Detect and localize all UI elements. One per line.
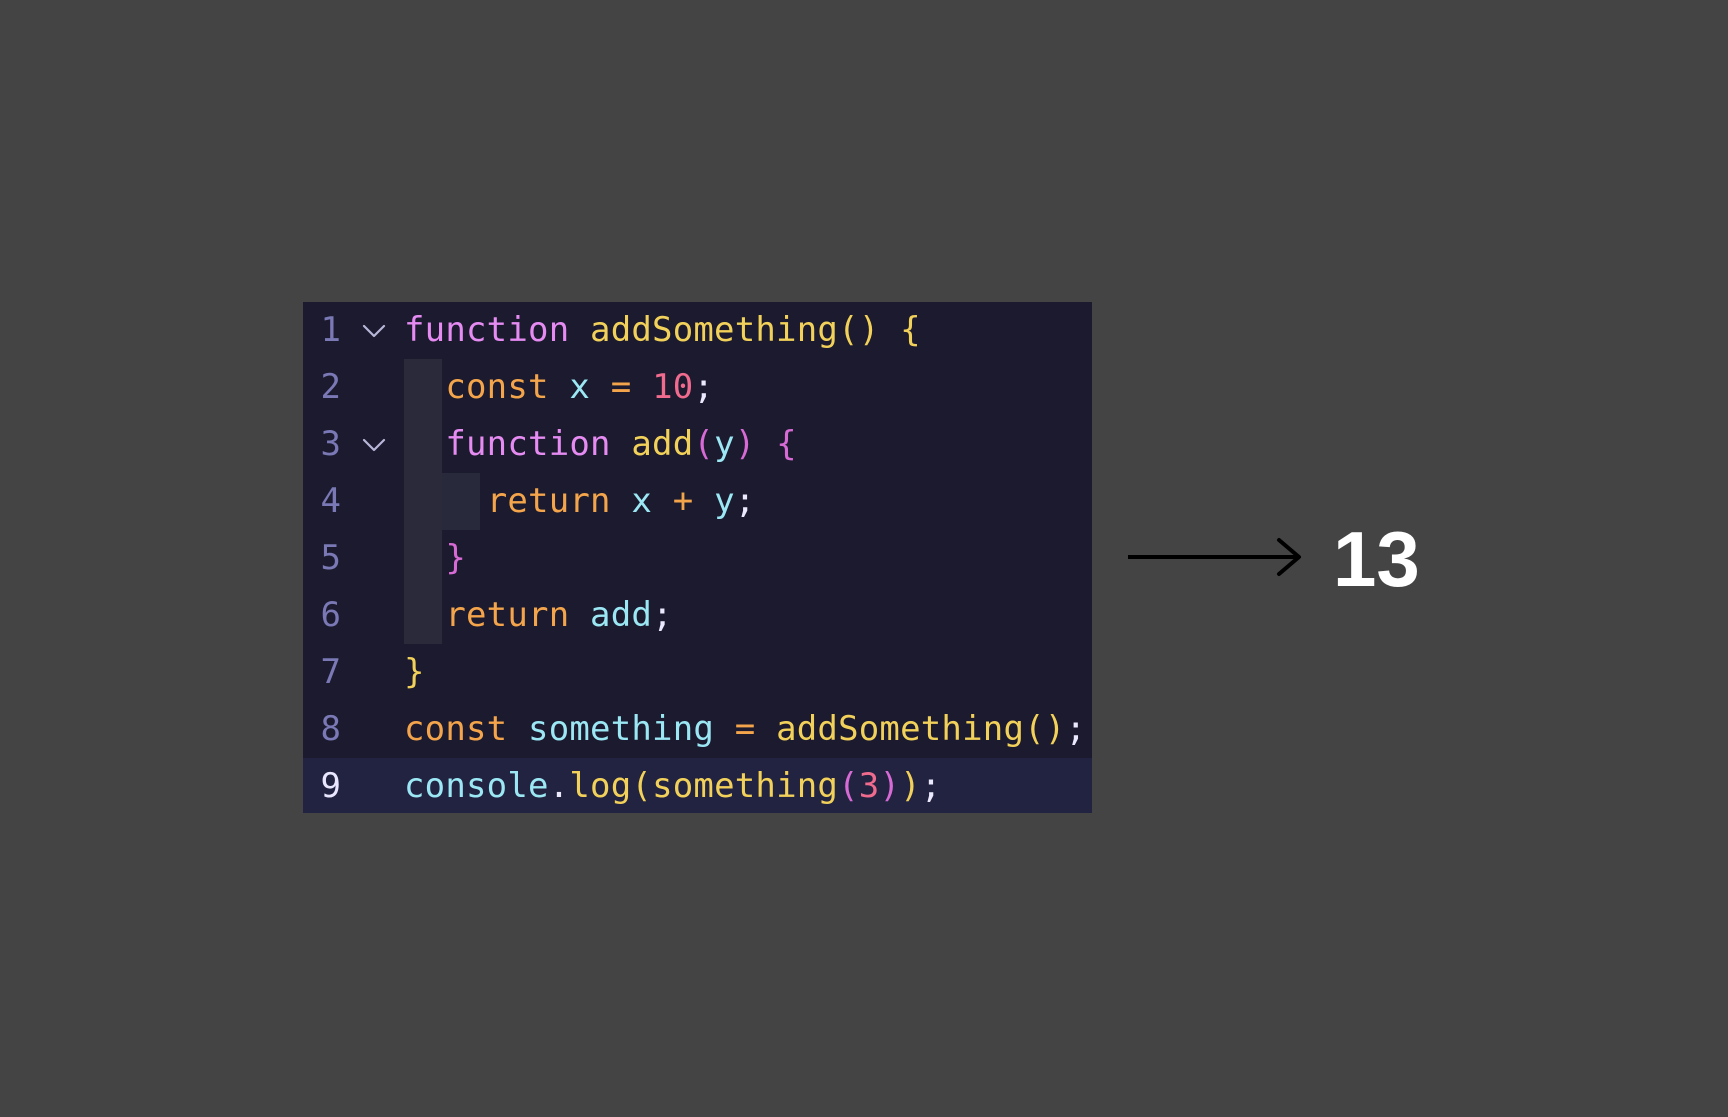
code-text: const x = 10; xyxy=(404,359,714,416)
code-line-8[interactable]: 8 const something = addSomething(); xyxy=(303,701,1092,758)
code-token: ( xyxy=(631,766,653,806)
line-number: 8 xyxy=(320,709,341,749)
code-token: { xyxy=(900,310,921,350)
result-value: 13 xyxy=(1333,515,1420,603)
code-token: () xyxy=(1024,709,1066,749)
code-token: } xyxy=(404,652,425,692)
code-token: ; xyxy=(920,766,942,806)
line-number: 7 xyxy=(320,652,341,692)
code-token: () xyxy=(838,310,880,350)
code-token: const xyxy=(404,709,508,749)
code-token: ; xyxy=(734,481,756,521)
line-number: 6 xyxy=(320,595,341,635)
code-token: ; xyxy=(652,595,673,635)
code-line-7[interactable]: 7} xyxy=(303,644,1092,701)
code-token: const xyxy=(445,367,549,407)
code-line-6[interactable]: 6 return add; xyxy=(303,587,1092,644)
code-token: ) xyxy=(734,424,756,464)
code-text: return x + y; xyxy=(404,473,756,530)
code-token: . xyxy=(548,766,570,806)
code-token: ) xyxy=(900,766,921,806)
code-line-2[interactable]: 2 const x = 10; xyxy=(303,359,1092,416)
code-token: x xyxy=(631,481,653,521)
code-line-9[interactable]: 9 console.log(something(3)); xyxy=(303,758,1092,813)
code-token: addSomething xyxy=(590,310,839,350)
code-text: function addSomething() { xyxy=(404,302,921,359)
code-token: return xyxy=(445,595,570,635)
line-number: 3 xyxy=(320,424,341,464)
code-text: console.log(something(3)); xyxy=(404,758,941,813)
code-token: function xyxy=(445,424,611,464)
code-token: ( xyxy=(693,424,715,464)
line-number: 9 xyxy=(320,766,341,806)
line-number: 4 xyxy=(320,481,341,521)
code-line-1[interactable]: 1 function addSomething() { xyxy=(303,302,1092,359)
code-text: return add; xyxy=(404,587,673,644)
code-token: console xyxy=(404,766,549,806)
code-editor[interactable]: 1 function addSomething() {2 const x = 10… xyxy=(303,302,1092,813)
code-token: add xyxy=(631,424,694,464)
line-number: 5 xyxy=(320,538,341,578)
code-token: log xyxy=(569,766,632,806)
code-token: ( xyxy=(838,766,859,806)
code-token: } xyxy=(445,538,467,578)
right-arrow-icon xyxy=(1128,538,1301,576)
chevron-down-icon[interactable] xyxy=(362,323,386,339)
code-line-4[interactable]: 4 return x + y; xyxy=(303,473,1092,530)
code-token: 10 xyxy=(652,367,694,407)
code-token: = xyxy=(590,367,653,407)
code-token: return xyxy=(486,481,611,521)
line-number: 1 xyxy=(320,310,341,350)
code-token: ; xyxy=(693,367,715,407)
code-token: 3 xyxy=(858,766,880,806)
code-line-5[interactable]: 5 } xyxy=(303,530,1092,587)
code-token: add xyxy=(590,595,653,635)
code-token: addSomething xyxy=(776,709,1025,749)
code-token: y xyxy=(714,481,735,521)
code-line-3[interactable]: 3 function add(y) { xyxy=(303,416,1092,473)
code-text: } xyxy=(404,644,425,701)
code-token: something xyxy=(652,766,839,806)
code-token: y xyxy=(714,424,735,464)
result-display: 13 xyxy=(1128,515,1458,603)
code-token: x xyxy=(569,367,591,407)
code-text: const something = addSomething(); xyxy=(404,701,1086,758)
code-token: ; xyxy=(1065,709,1087,749)
code-text: function add(y) { xyxy=(404,416,797,473)
chevron-down-icon[interactable] xyxy=(362,437,386,453)
code-token: + xyxy=(652,481,715,521)
code-token: ) xyxy=(879,766,901,806)
code-token: = xyxy=(714,709,777,749)
code-token: something xyxy=(528,709,715,749)
line-number: 2 xyxy=(320,367,341,407)
code-token: function xyxy=(404,310,570,350)
code-text: } xyxy=(404,530,466,587)
code-token: { xyxy=(776,424,797,464)
